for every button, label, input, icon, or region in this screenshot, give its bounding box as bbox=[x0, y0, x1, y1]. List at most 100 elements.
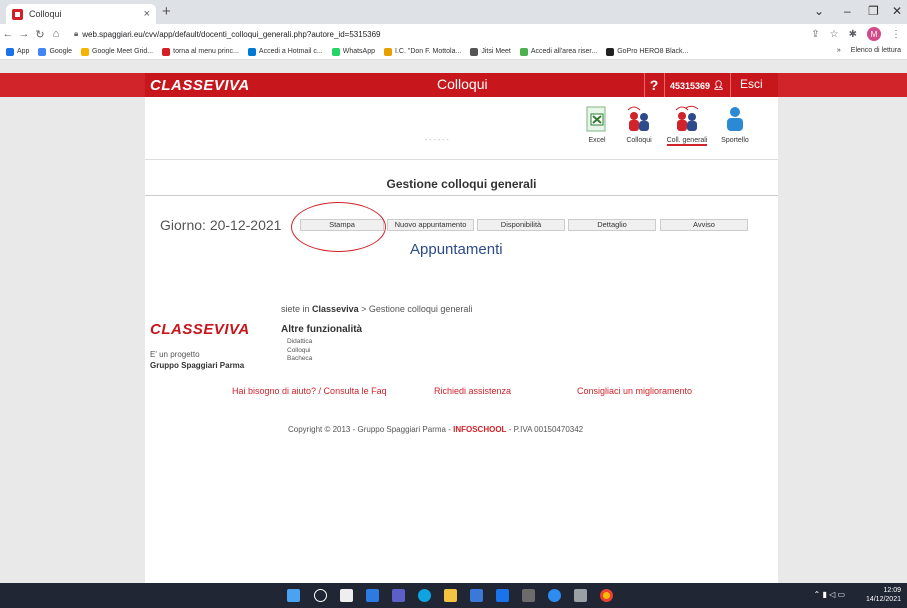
app-icon[interactable] bbox=[522, 589, 535, 602]
excel-label: Excel bbox=[588, 137, 606, 144]
bookmark-item[interactable]: GoPro HERO8 Black... bbox=[606, 47, 689, 56]
url-field[interactable]: 🔒︎ web.spaggiari.eu/cvv/app/default/doce… bbox=[74, 29, 381, 39]
altre-funzionalita-title: Altre funzionalità bbox=[281, 324, 363, 335]
chrome-icon[interactable] bbox=[600, 589, 613, 602]
minimize-icon[interactable]: – bbox=[844, 4, 851, 18]
bookmark-label: Google bbox=[49, 48, 73, 55]
windows-start-icon[interactable] bbox=[287, 589, 300, 602]
copyright-prefix: Copyright © 2013 - Gruppo Spaggiari Parm… bbox=[288, 425, 451, 434]
store-icon[interactable] bbox=[470, 589, 483, 602]
teams-icon[interactable] bbox=[392, 589, 405, 602]
system-tray-icons[interactable]: ⌃ ▮ ◁ ▭ bbox=[814, 590, 845, 599]
menu-icon[interactable]: ⋮ bbox=[891, 29, 901, 40]
bookmark-icon bbox=[38, 47, 47, 56]
disponibilita-button[interactable]: Disponibilità bbox=[477, 219, 565, 231]
bookmark-icon bbox=[247, 47, 256, 56]
restore-icon[interactable]: ❐ bbox=[868, 4, 879, 18]
bookmark-item[interactable]: Accedi a Hotmail c... bbox=[247, 47, 323, 56]
back-icon[interactable]: ← bbox=[0, 28, 16, 40]
progetto-info: E' un progetto Gruppo Spaggiari Parma bbox=[150, 349, 244, 371]
bookmark-item[interactable]: Google bbox=[38, 47, 73, 56]
close-window-icon[interactable]: ✕ bbox=[892, 4, 902, 18]
nuovo-appuntamento-button[interactable]: Nuovo appuntamento bbox=[387, 219, 474, 231]
avviso-button[interactable]: Avviso bbox=[660, 219, 748, 231]
classeviva-logo[interactable]: CLASSEVIVA bbox=[150, 77, 250, 94]
browser-tab[interactable]: Colloqui × bbox=[6, 4, 156, 24]
help-button[interactable]: ? bbox=[646, 73, 662, 97]
bookmark-label: GoPro HERO8 Black... bbox=[617, 48, 689, 55]
link-bacheca[interactable]: Bacheca bbox=[287, 355, 312, 364]
bookmark-item[interactable]: I.C. "Don F. Mottola... bbox=[384, 47, 462, 56]
forward-icon[interactable]: → bbox=[16, 28, 32, 40]
search-icon[interactable] bbox=[314, 589, 327, 602]
section-title: Gestione colloqui generali bbox=[386, 177, 537, 191]
consigliaci-link[interactable]: Consigliaci un miglioramento bbox=[577, 386, 692, 396]
bookmark-star-icon[interactable]: ☆ bbox=[830, 29, 839, 40]
reading-list-button[interactable]: Elenco di lettura bbox=[851, 47, 901, 54]
bookmarks-right: » Elenco di lettura bbox=[837, 47, 901, 54]
bookmarks-more-button[interactable]: » bbox=[837, 47, 841, 54]
user-badge[interactable]: 45315369 👤︎ bbox=[670, 80, 724, 91]
bookmark-item[interactable]: App bbox=[6, 47, 29, 56]
excel-button[interactable]: Excel bbox=[573, 103, 621, 144]
richiedi-assistenza-link[interactable]: Richiedi assistenza bbox=[434, 386, 511, 396]
widgets-icon[interactable] bbox=[366, 589, 379, 602]
sportello-button[interactable]: Sportello bbox=[711, 103, 759, 144]
bookmark-label: torna al menu princ... bbox=[173, 48, 239, 55]
logout-button[interactable]: Esci bbox=[740, 77, 763, 91]
reload-icon[interactable]: ↻ bbox=[32, 28, 48, 41]
bookmark-label: Accedi all'area riser... bbox=[530, 48, 598, 55]
help-faq-link[interactable]: Hai bisogno di aiuto? / Consulta le Faq bbox=[232, 386, 387, 396]
giorno-display: Giorno: 20-12-2021 bbox=[160, 217, 281, 233]
bookmark-label: WhatsApp bbox=[342, 48, 376, 55]
bookmark-icon bbox=[519, 47, 528, 56]
bookmark-icon bbox=[6, 47, 14, 56]
bookmark-icon bbox=[162, 47, 171, 56]
tab-strip: Colloqui × + ⌄ – ❐ ✕ bbox=[0, 0, 907, 24]
clock[interactable]: 12:09 14/12/2021 bbox=[866, 586, 901, 604]
skype-icon[interactable] bbox=[548, 589, 561, 602]
task-view-icon[interactable] bbox=[340, 589, 353, 602]
classeviva-favicon-icon bbox=[12, 8, 23, 20]
bookmark-label: I.C. "Don F. Mottola... bbox=[395, 48, 462, 55]
profile-avatar[interactable]: M bbox=[867, 27, 881, 41]
tab-close-icon[interactable]: × bbox=[144, 8, 150, 20]
divider bbox=[145, 195, 778, 196]
tab-search-icon[interactable]: ⌄ bbox=[814, 4, 824, 18]
excel-icon bbox=[581, 103, 613, 135]
breadcrumb: siete in Classeviva > Gestione colloqui … bbox=[281, 304, 472, 314]
main-content: - - - - - - Excel Colloqui Coll. general… bbox=[145, 97, 778, 583]
file-explorer-icon[interactable] bbox=[444, 589, 457, 602]
dettaglio-button[interactable]: Dettaglio bbox=[568, 219, 656, 231]
colloqui-button[interactable]: Colloqui bbox=[615, 103, 663, 144]
extensions-icon[interactable]: ✱ bbox=[849, 29, 857, 40]
notes-icon[interactable] bbox=[574, 589, 587, 602]
copyright-suffix: - P.IVA 00150470342 bbox=[508, 425, 584, 434]
link-colloqui[interactable]: Colloqui bbox=[287, 347, 312, 356]
bookmark-label: Accedi a Hotmail c... bbox=[258, 48, 323, 55]
bookmark-item[interactable]: Google Meet Grid... bbox=[81, 47, 153, 56]
install-icon[interactable]: ⇪ bbox=[811, 29, 819, 40]
link-didattica[interactable]: Didattica bbox=[287, 338, 312, 347]
breadcrumb-current: > Gestione colloqui generali bbox=[361, 304, 473, 314]
altre-links: Didattica Colloqui Bacheca bbox=[287, 338, 312, 364]
coll-generali-button[interactable]: Coll. generali bbox=[663, 103, 711, 146]
page-title: Colloqui bbox=[437, 76, 488, 92]
header-divider bbox=[664, 73, 665, 97]
bookmark-item[interactable]: torna al menu princ... bbox=[162, 47, 239, 56]
home-icon[interactable]: ⌂ bbox=[48, 28, 64, 40]
bookmark-item[interactable]: WhatsApp bbox=[331, 47, 376, 56]
toolbar: - - - - - - Excel Colloqui Coll. general… bbox=[145, 97, 778, 160]
stampa-button[interactable]: Stampa bbox=[300, 219, 384, 231]
sportello-label: Sportello bbox=[721, 137, 749, 144]
bookmark-item[interactable]: Accedi all'area riser... bbox=[519, 47, 598, 56]
breadcrumb-prefix: siete in bbox=[281, 304, 310, 314]
edge-icon[interactable] bbox=[418, 589, 431, 602]
breadcrumb-root[interactable]: Classeviva bbox=[312, 304, 359, 314]
mail-icon[interactable] bbox=[496, 589, 509, 602]
bookmark-item[interactable]: Jitsi Meet bbox=[470, 47, 511, 56]
url-text: web.spaggiari.eu/cvv/app/default/docenti… bbox=[82, 29, 381, 39]
copyright-brand: INFOSCHOOL bbox=[453, 425, 507, 434]
sportello-icon bbox=[719, 103, 751, 135]
new-tab-button[interactable]: + bbox=[162, 3, 171, 20]
